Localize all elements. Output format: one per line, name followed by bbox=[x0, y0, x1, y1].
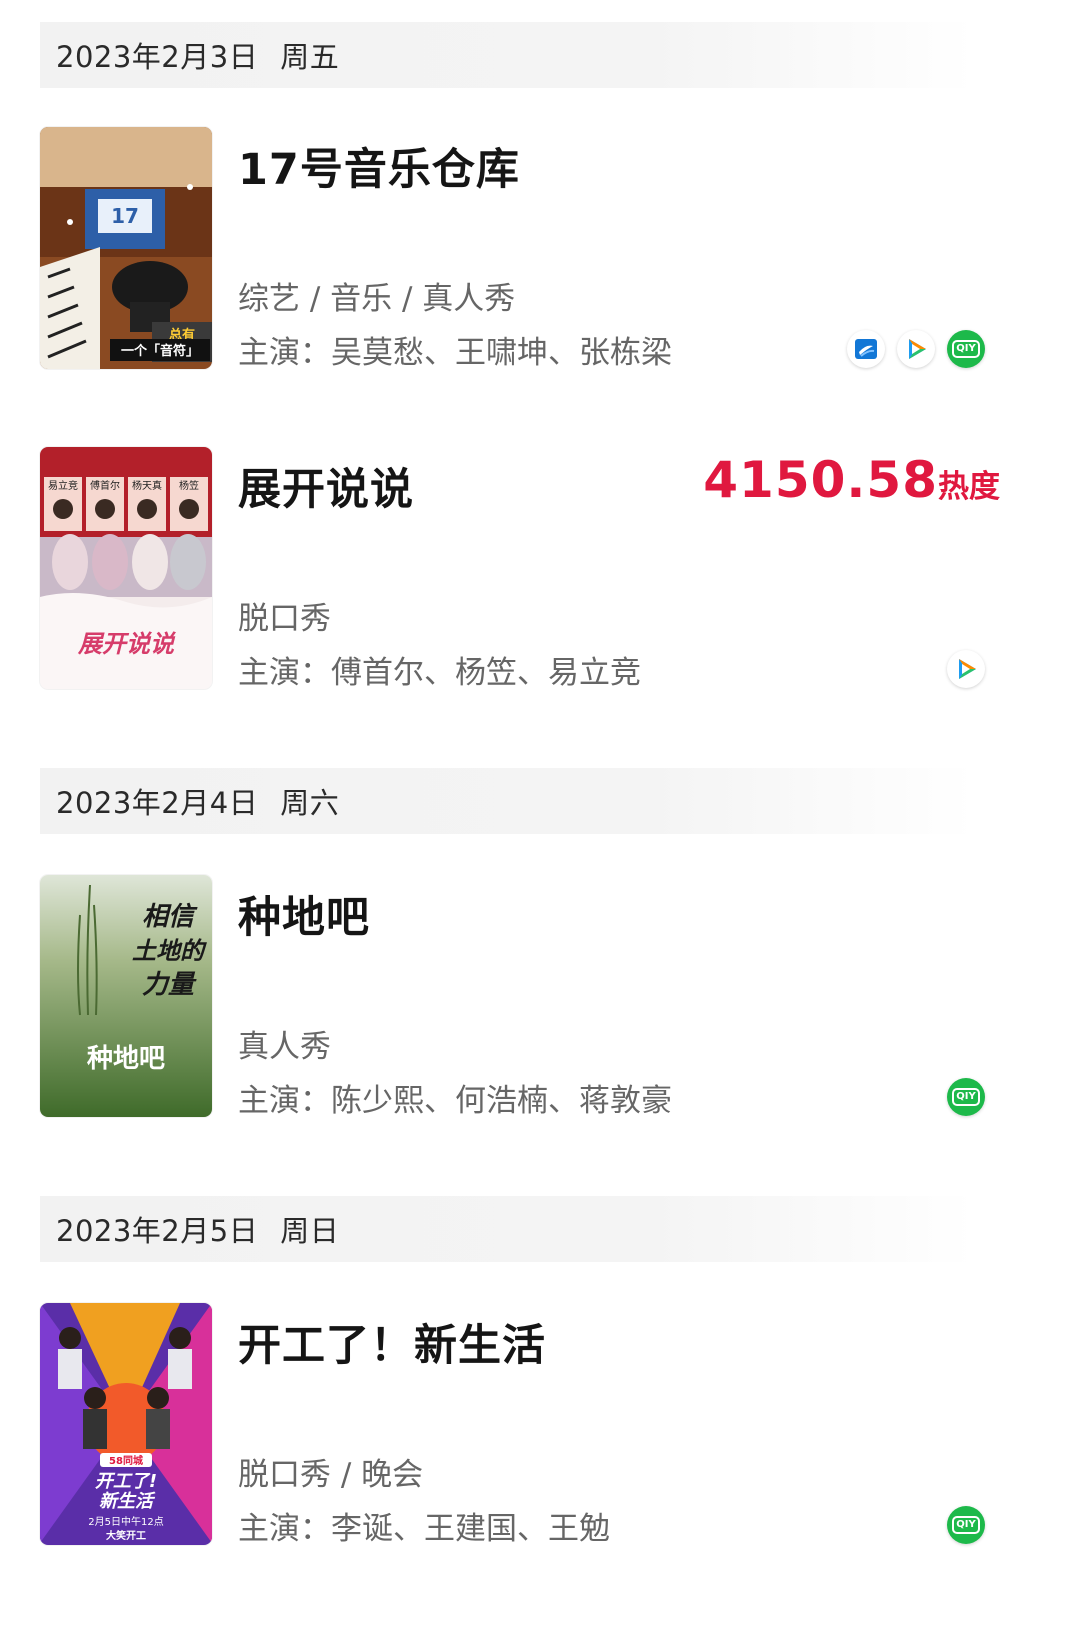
iqiyi-label: QIY bbox=[952, 340, 980, 358]
show-poster[interactable]: 相信 土地的 力量 种地吧 bbox=[40, 875, 212, 1117]
heat-label: 热度 bbox=[938, 469, 1000, 505]
poster-text: 新生活 bbox=[99, 1491, 156, 1512]
iqiyi-label: QIY bbox=[952, 1088, 980, 1106]
poster-text: 17 bbox=[111, 204, 139, 228]
date-header: 2023年2月3日 周五 bbox=[40, 22, 975, 88]
show-genre: 脱口秀 / 晚会 bbox=[238, 1457, 424, 1493]
zhejiang-tv-icon[interactable] bbox=[847, 330, 885, 368]
show-title[interactable]: 17号音乐仓库 bbox=[238, 135, 520, 197]
poster-text: 开工了! bbox=[95, 1471, 157, 1492]
poster-text: 一个「音符」 bbox=[121, 343, 199, 359]
weekday-label: 周五 bbox=[280, 40, 340, 74]
show-card[interactable]: 17 总有 一个「音符」 17号音乐仓库 综艺 / 音乐 / 真人秀 主演：吴莫… bbox=[40, 127, 1040, 372]
heat-score: 4150.58热度 bbox=[703, 451, 1000, 509]
date-label: 2023年2月5日 bbox=[56, 1214, 259, 1248]
weekday-label: 周日 bbox=[280, 1214, 340, 1248]
date-label: 2023年2月3日 bbox=[56, 40, 259, 74]
show-genre: 真人秀 bbox=[238, 1029, 331, 1065]
poster-text: 2月5日中午12点 bbox=[88, 1515, 163, 1528]
poster-text: 相信 bbox=[142, 902, 198, 932]
show-poster[interactable]: 58同城 开工了! 新生活 2月5日中午12点 大笑开工 bbox=[40, 1303, 212, 1545]
poster-text: 展开说说 bbox=[77, 629, 177, 658]
show-cast: 主演：吴莫愁、王啸坤、张栋梁 bbox=[238, 335, 672, 371]
poster-text: 杨笠 bbox=[179, 479, 199, 492]
show-genre: 脱口秀 bbox=[238, 601, 331, 637]
show-cast: 主演：李诞、王建国、王勉 bbox=[238, 1511, 610, 1547]
show-cast: 主演：陈少熙、何浩楠、蒋敦豪 bbox=[238, 1083, 672, 1119]
weekday-label: 周六 bbox=[280, 786, 340, 820]
poster-text: 58同城 bbox=[109, 1454, 143, 1467]
platform-icons: QIY bbox=[947, 1506, 985, 1544]
poster-text: 种地吧 bbox=[87, 1044, 165, 1074]
iqiyi-label: QIY bbox=[952, 1516, 980, 1534]
date-label: 2023年2月4日 bbox=[56, 786, 259, 820]
show-card[interactable]: 相信 土地的 力量 种地吧 种地吧 真人秀 主演：陈少熙、何浩楠、蒋敦豪 QIY bbox=[40, 875, 1040, 1120]
show-genre: 综艺 / 音乐 / 真人秀 bbox=[238, 281, 516, 317]
show-poster[interactable]: 易立竞 傅首尔 杨天真 杨笠 展开说说 bbox=[40, 447, 212, 689]
poster-text: 土地的 bbox=[132, 936, 207, 965]
show-card[interactable]: 易立竞 傅首尔 杨天真 杨笠 展开说说 展开说说 4150.58热度 脱口秀 主… bbox=[40, 447, 1040, 692]
poster-text: 杨天真 bbox=[132, 479, 162, 492]
date-header: 2023年2月4日 周六 bbox=[40, 768, 975, 834]
iqiyi-icon[interactable]: QIY bbox=[947, 330, 985, 368]
heat-value: 4150.58 bbox=[703, 451, 938, 509]
tencent-video-icon[interactable] bbox=[947, 650, 985, 688]
platform-icons: QIY bbox=[947, 1078, 985, 1116]
platform-icons bbox=[947, 650, 985, 688]
tencent-video-icon[interactable] bbox=[897, 330, 935, 368]
show-title[interactable]: 开工了！新生活 bbox=[238, 1311, 546, 1373]
show-title[interactable]: 展开说说 bbox=[238, 455, 414, 517]
show-title[interactable]: 种地吧 bbox=[238, 883, 370, 945]
iqiyi-icon[interactable]: QIY bbox=[947, 1506, 985, 1544]
show-card[interactable]: 58同城 开工了! 新生活 2月5日中午12点 大笑开工 开工了！新生活 脱口秀… bbox=[40, 1303, 1040, 1548]
date-header: 2023年2月5日 周日 bbox=[40, 1196, 975, 1262]
show-cast: 主演：傅首尔、杨笠、易立竞 bbox=[238, 655, 641, 691]
iqiyi-icon[interactable]: QIY bbox=[947, 1078, 985, 1116]
poster-text: 力量 bbox=[142, 970, 197, 1000]
platform-icons: QIY bbox=[847, 330, 985, 368]
poster-text: 大笑开工 bbox=[106, 1529, 146, 1542]
poster-text: 易立竞 bbox=[48, 479, 78, 492]
show-poster[interactable]: 17 总有 一个「音符」 bbox=[40, 127, 212, 369]
poster-text: 傅首尔 bbox=[90, 479, 120, 492]
